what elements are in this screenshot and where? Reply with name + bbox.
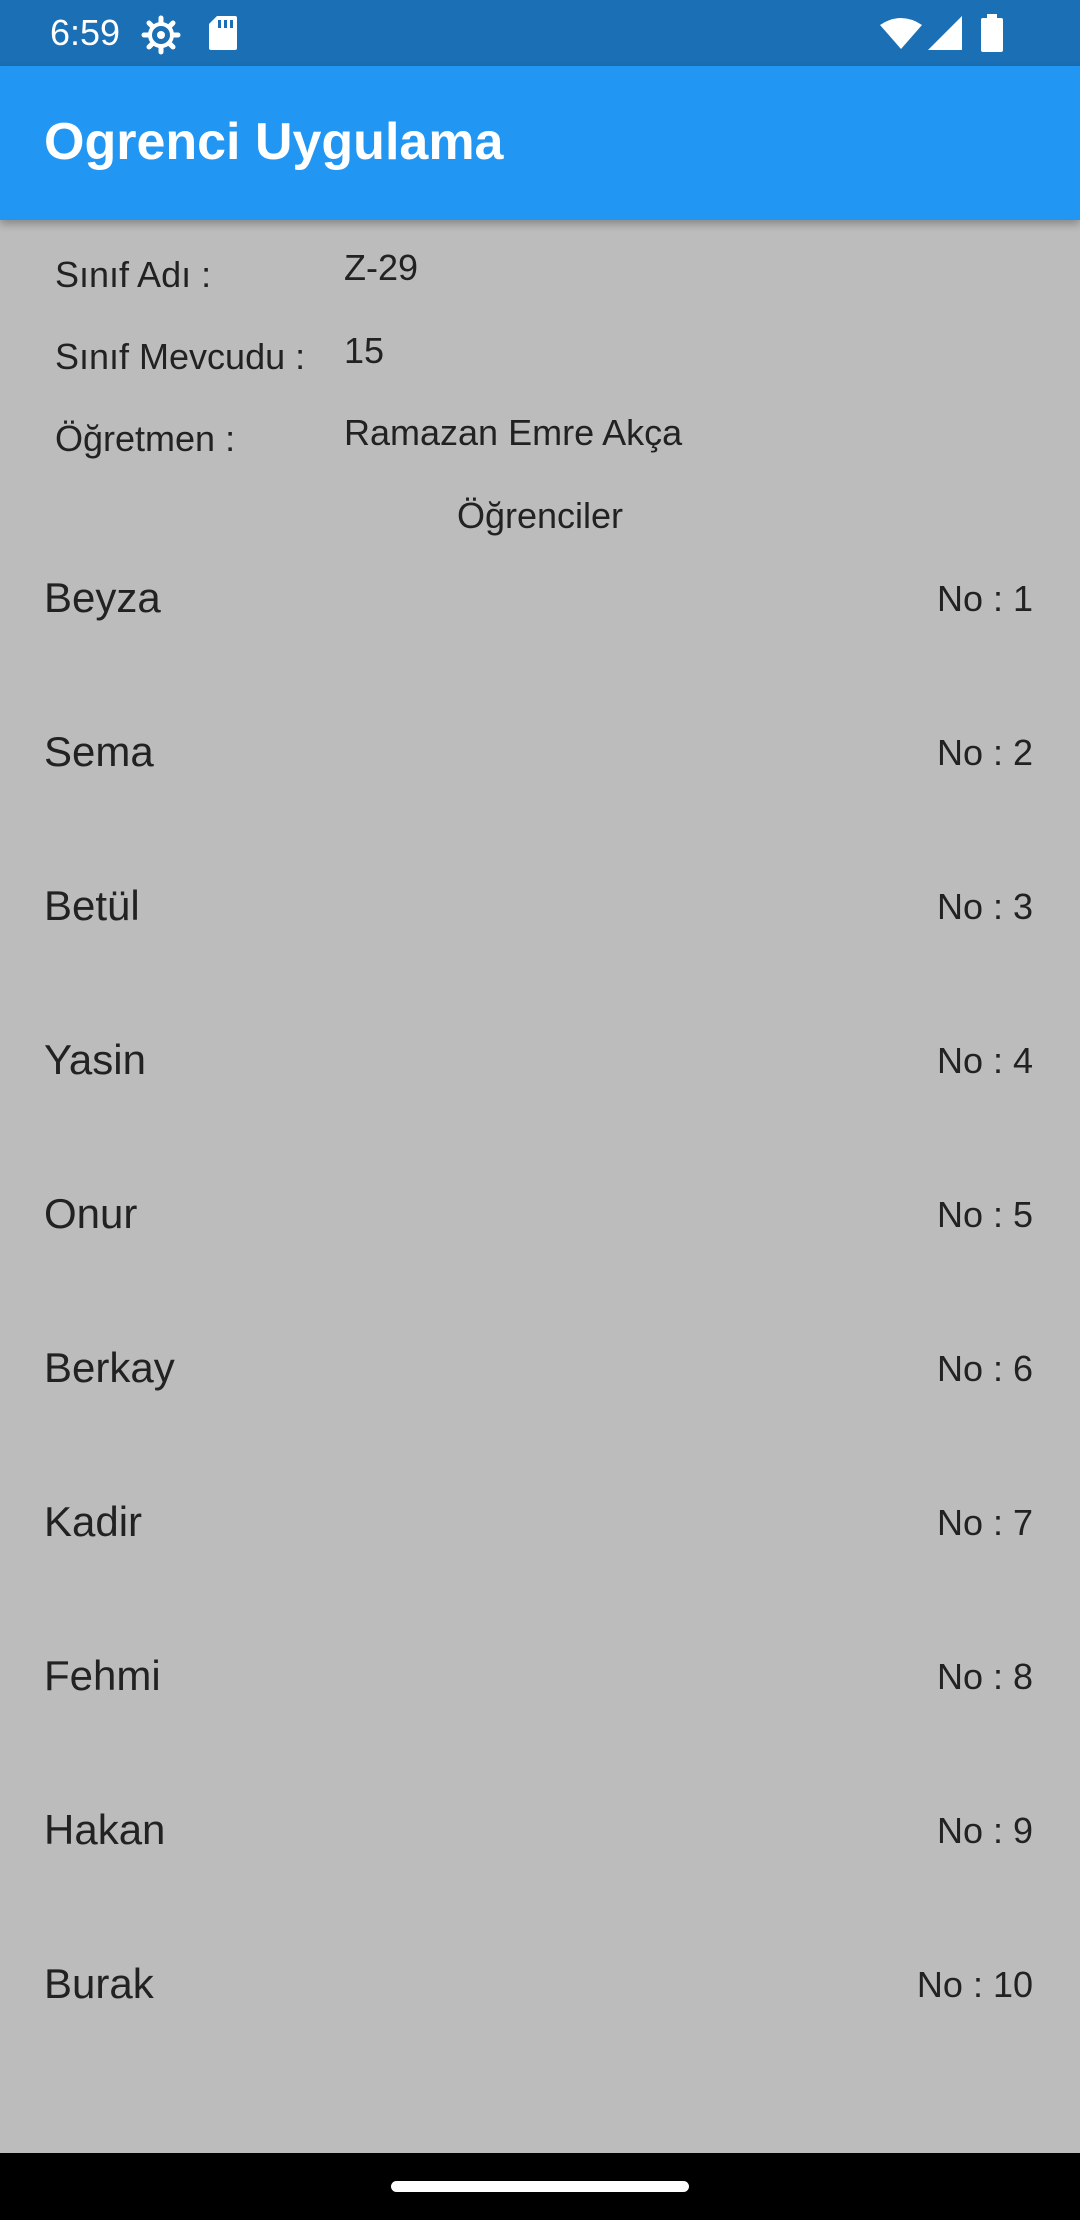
student-name: Hakan bbox=[44, 1806, 166, 1853]
student-number: No : 1 bbox=[936, 578, 1033, 619]
student-number: No : 4 bbox=[936, 1040, 1033, 1081]
student-list-item[interactable]: Betül No : 3 bbox=[0, 868, 1080, 1022]
student-number: No : 5 bbox=[936, 1194, 1033, 1235]
student-list: Beyza No : 1 Sema No : 2 Betül No : 3 Ya… bbox=[0, 560, 1080, 2100]
student-name: Beyza bbox=[44, 574, 161, 621]
teacher-value: Ramazan Emre Akça bbox=[344, 412, 683, 453]
class-name-value: Z-29 bbox=[344, 247, 419, 288]
class-size-value: 15 bbox=[344, 330, 385, 371]
student-name: Fehmi bbox=[44, 1652, 161, 1699]
student-number: No : 8 bbox=[936, 1656, 1033, 1697]
navigation-bar bbox=[0, 2153, 1080, 2220]
students-section-title: Öğrenciler bbox=[456, 495, 624, 536]
home-indicator[interactable] bbox=[391, 2181, 689, 2192]
student-name: Sema bbox=[44, 728, 154, 775]
student-list-item[interactable]: Berkay No : 6 bbox=[0, 1330, 1080, 1484]
student-list-item[interactable]: Kadir No : 7 bbox=[0, 1484, 1080, 1638]
app-title: Ogrenci Uygulama bbox=[44, 113, 504, 171]
student-list-item[interactable]: Sema No : 2 bbox=[0, 714, 1080, 868]
app-bar: Ogrenci Uygulama bbox=[0, 66, 1080, 220]
class-name-label: Sınıf Adı : bbox=[55, 254, 212, 295]
student-number: No : 9 bbox=[936, 1810, 1033, 1851]
student-name: Kadir bbox=[44, 1498, 143, 1545]
student-name: Berkay bbox=[44, 1344, 175, 1391]
student-name: Betül bbox=[44, 882, 140, 929]
student-number: No : 10 bbox=[916, 1964, 1033, 2005]
student-list-item[interactable]: Onur No : 5 bbox=[0, 1176, 1080, 1330]
student-list-item[interactable]: Burak No : 10 bbox=[0, 1946, 1080, 2100]
student-number: No : 2 bbox=[936, 732, 1033, 773]
student-list-item[interactable]: Yasin No : 4 bbox=[0, 1022, 1080, 1176]
status-bar: 6:59 bbox=[0, 0, 1080, 66]
sd-card-icon bbox=[209, 16, 237, 50]
battery-icon bbox=[981, 14, 1003, 52]
student-name: Yasin bbox=[44, 1036, 146, 1083]
student-list-item[interactable]: Hakan No : 9 bbox=[0, 1792, 1080, 1946]
gear-icon bbox=[141, 15, 181, 55]
signal-icon bbox=[928, 16, 962, 50]
student-name: Burak bbox=[44, 1960, 154, 2007]
class-size-label: Sınıf Mevcudu : bbox=[55, 336, 306, 377]
student-number: No : 3 bbox=[936, 886, 1033, 927]
student-number: No : 6 bbox=[936, 1348, 1033, 1389]
status-time: 6:59 bbox=[50, 12, 121, 53]
teacher-label: Öğretmen : bbox=[55, 418, 236, 459]
student-list-item[interactable]: Fehmi No : 8 bbox=[0, 1638, 1080, 1792]
student-name: Onur bbox=[44, 1190, 138, 1237]
student-number: No : 7 bbox=[936, 1502, 1033, 1543]
student-list-item[interactable]: Beyza No : 1 bbox=[0, 560, 1080, 714]
wifi-icon bbox=[880, 18, 922, 49]
